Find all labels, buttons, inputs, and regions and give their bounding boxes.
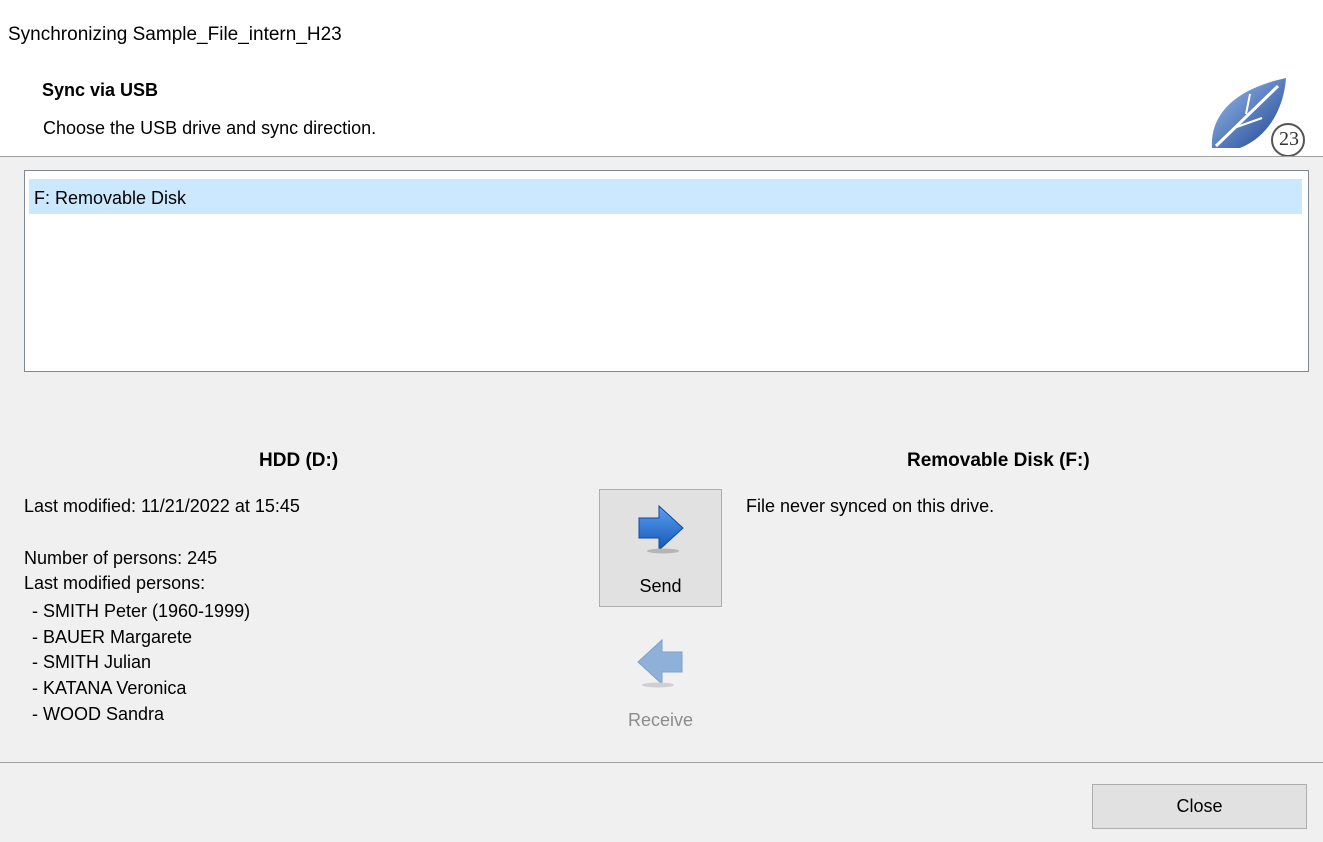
person-list-item: - BAUER Margarete	[32, 627, 193, 647]
sync-dialog: Synchronizing Sample_File_intern_H23 Syn…	[0, 0, 1323, 842]
person-list-item: - SMITH Julian	[32, 652, 152, 672]
receive-button-label: Receive	[627, 710, 694, 730]
receive-button[interactable]: Receive	[599, 633, 722, 741]
person-list-item: - KATANA Veronica	[32, 678, 187, 698]
last-modified-text: Last modified: 11/21/2022 at 15:45	[24, 496, 300, 516]
arrow-left-icon	[637, 638, 683, 688]
target-sync-status: File never synced on this drive.	[746, 496, 995, 516]
source-drive-heading: HDD (D:)	[259, 450, 339, 471]
person-list-item: - SMITH Peter (1960-1999)	[32, 601, 251, 621]
arrow-right-icon	[638, 504, 684, 554]
close-button[interactable]: Close	[1092, 784, 1307, 829]
send-button[interactable]: Send	[599, 489, 722, 607]
footer-divider	[0, 762, 1323, 763]
person-count-text: Number of persons: 245	[24, 548, 218, 568]
person-list-item: - WOOD Sandra	[32, 704, 165, 724]
list-item-drive-f[interactable]: F: Removable Disk	[29, 179, 1302, 214]
leaf-logo-icon: 23	[1200, 70, 1310, 157]
last-modified-persons-label: Last modified persons:	[24, 573, 206, 593]
wizard-header: Sync via USB Choose the USB drive and sy…	[0, 56, 1323, 157]
header-subtitle: Choose the USB drive and sync direction.	[43, 118, 377, 138]
send-button-label: Send	[639, 576, 682, 596]
target-drive-heading: Removable Disk (F:)	[907, 450, 1090, 471]
usb-drive-list[interactable]: F: Removable Disk	[24, 170, 1309, 372]
title-bar: Synchronizing Sample_File_intern_H23	[0, 0, 1323, 56]
header-title: Sync via USB	[42, 80, 159, 100]
logo-badge-text: 23	[1279, 128, 1299, 150]
window-title: Synchronizing Sample_File_intern_H23	[8, 24, 342, 45]
